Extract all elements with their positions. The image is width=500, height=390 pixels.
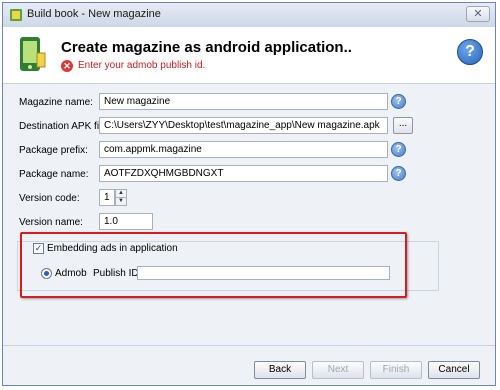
- help-icon[interactable]: ?: [391, 94, 406, 109]
- window-title: Build book - New magazine: [27, 8, 161, 20]
- help-icon[interactable]: ?: [457, 39, 483, 65]
- destination-label: Destination APK file:: [19, 121, 110, 132]
- close-button[interactable]: ✕: [466, 6, 490, 22]
- next-button[interactable]: Next: [312, 361, 364, 379]
- stepper-up-icon[interactable]: ▲: [116, 190, 126, 198]
- cancel-button[interactable]: Cancel: [428, 361, 480, 379]
- error-icon: ✕: [61, 60, 73, 72]
- android-phone-icon: [20, 37, 46, 71]
- highlight-box: [20, 232, 407, 298]
- package-prefix-input[interactable]: com.appmk.magazine: [99, 141, 388, 158]
- destination-input[interactable]: C:\Users\ZYY\Desktop\test\magazine_app\N…: [99, 117, 388, 134]
- magazine-name-label: Magazine name:: [19, 97, 93, 108]
- version-code-input[interactable]: 1: [99, 189, 115, 206]
- help-icon[interactable]: ?: [391, 166, 406, 181]
- package-name-input[interactable]: AOTFZDXQHMGBDNGXT: [99, 165, 388, 182]
- version-name-label: Version name:: [19, 217, 83, 228]
- stepper-down-icon[interactable]: ▼: [116, 198, 126, 205]
- back-button[interactable]: Back: [254, 361, 306, 379]
- close-icon: ✕: [473, 8, 483, 20]
- help-icon[interactable]: ?: [391, 142, 406, 157]
- error-text: Enter your admob publish id.: [78, 60, 206, 71]
- magazine-name-input[interactable]: New magazine: [99, 93, 388, 110]
- finish-button[interactable]: Finish: [370, 361, 422, 379]
- dialog-window: Build book - New magazine ✕ Create magaz…: [2, 2, 496, 386]
- book-icon: [10, 9, 22, 21]
- version-code-label: Version code:: [19, 193, 80, 204]
- package-prefix-label: Package prefix:: [19, 145, 88, 156]
- version-code-stepper[interactable]: ▲ ▼: [115, 189, 127, 206]
- browse-button[interactable]: ...: [393, 117, 413, 134]
- wizard-header: Create magazine as android application..…: [3, 27, 495, 84]
- footer-divider: [3, 345, 495, 346]
- package-name-label: Package name:: [19, 169, 89, 180]
- version-name-input[interactable]: 1.0: [99, 213, 153, 230]
- title-bar: Build book - New magazine ✕: [3, 3, 495, 28]
- page-title: Create magazine as android application..: [61, 39, 352, 56]
